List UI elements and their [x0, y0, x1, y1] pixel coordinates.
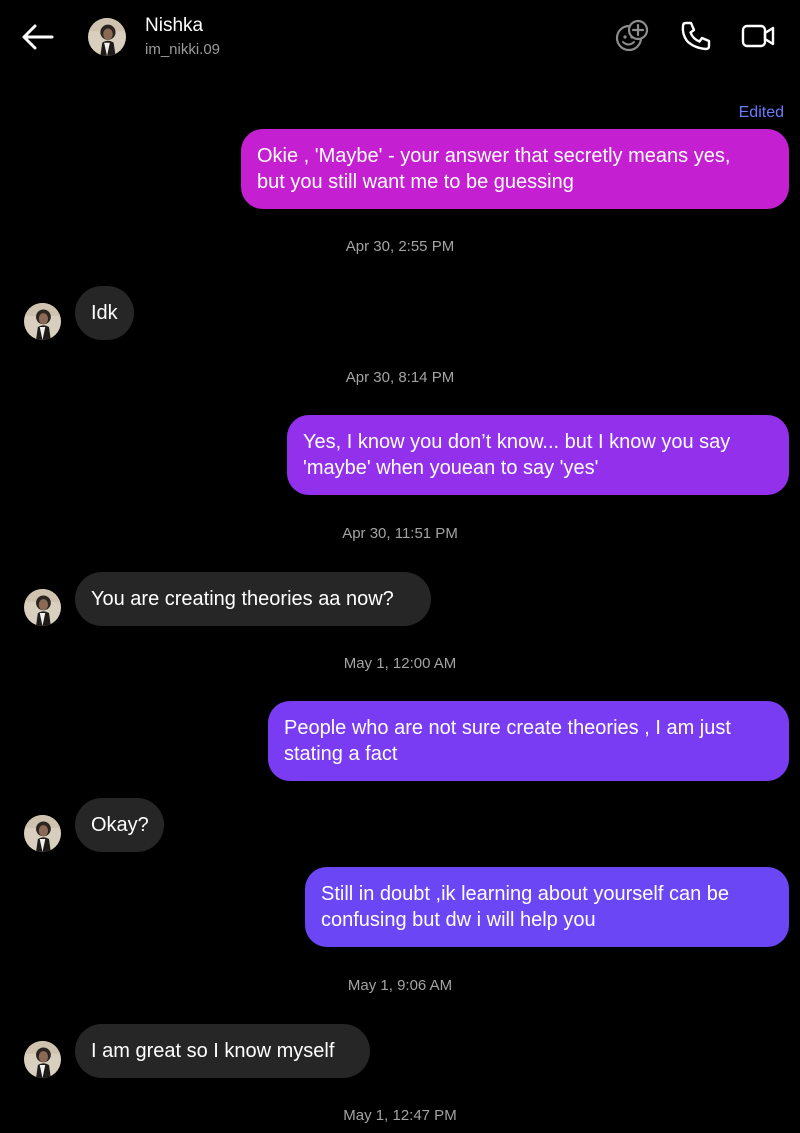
message-outgoing[interactable]: Yes, I know you don’t know... but I know…	[287, 415, 789, 495]
contact-avatar[interactable]	[24, 589, 61, 626]
message-outgoing[interactable]: People who are not sure create theories …	[268, 701, 789, 781]
message-outgoing[interactable]: Okie , 'Maybe' - your answer that secret…	[241, 129, 789, 209]
message-incoming[interactable]: Idk	[75, 286, 134, 340]
edited-label: Edited	[738, 104, 784, 121]
timestamp: May 1, 9:06 AM	[347, 977, 453, 994]
message-incoming[interactable]: You are creating theories aa now?	[75, 572, 431, 626]
contact-avatar[interactable]	[24, 303, 61, 340]
contact-avatar[interactable]	[88, 18, 126, 56]
contact-avatar[interactable]	[24, 1041, 61, 1078]
timestamp: Apr 30, 8:14 PM	[345, 369, 455, 386]
message-outgoing[interactable]: Still in doubt ,ik learning about yourse…	[305, 867, 789, 947]
chat-header: Nishka im_nikki.09	[0, 0, 800, 78]
contact-username[interactable]: im_nikki.09	[145, 41, 220, 58]
contact-name[interactable]: Nishka	[145, 15, 203, 37]
back-arrow-icon[interactable]	[20, 22, 56, 52]
add-effect-icon[interactable]	[614, 18, 650, 54]
message-incoming[interactable]: I am great so I know myself	[75, 1024, 370, 1078]
timestamp: Apr 30, 2:55 PM	[345, 238, 455, 255]
phone-icon[interactable]	[678, 18, 714, 54]
timestamp: Apr 30, 11:51 PM	[342, 525, 458, 542]
contact-avatar[interactable]	[24, 815, 61, 852]
video-call-icon[interactable]	[740, 18, 776, 54]
message-incoming[interactable]: Okay?	[75, 798, 164, 852]
timestamp: May 1, 12:00 AM	[343, 655, 457, 672]
timestamp: May 1, 12:47 PM	[343, 1107, 457, 1124]
